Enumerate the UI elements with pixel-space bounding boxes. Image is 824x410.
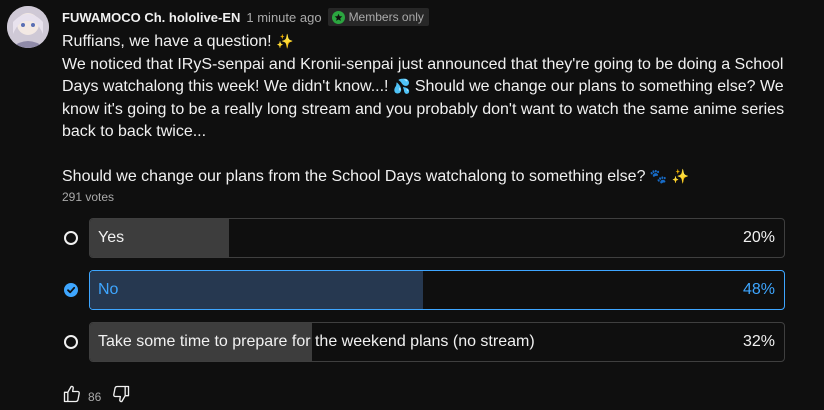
poll-option-percent: 48% (742, 281, 775, 298)
poll-option-no[interactable]: No 48% (62, 270, 785, 310)
radio-icon[interactable] (64, 231, 78, 245)
channel-avatar[interactable] (7, 6, 49, 48)
poll-bar[interactable]: Take some time to prepare for the weeken… (89, 322, 785, 362)
members-badge-icon (331, 10, 345, 24)
poll-option-percent: 32% (742, 333, 775, 350)
post-header: FUWAMOCO Ch. hololive-EN 1 minute ago Me… (62, 7, 429, 27)
post-line-1: Ruffians, we have a question! ✨ (62, 31, 792, 54)
vote-count: 291 votes (62, 190, 115, 204)
poll-option-no-stream[interactable]: Take some time to prepare for the weeken… (62, 322, 785, 362)
poll-option-percent: 20% (742, 229, 775, 246)
channel-name[interactable]: FUWAMOCO Ch. hololive-EN (62, 10, 240, 25)
check-icon[interactable] (64, 283, 78, 297)
post-question-text: Should we change our plans from the Scho… (62, 168, 646, 185)
sparkles-icon: ✨ (671, 169, 690, 185)
droplets-icon: 💦 (392, 79, 411, 95)
poll-bar[interactable]: Yes 20% (89, 218, 785, 258)
post-question: Should we change our plans from the Scho… (62, 166, 792, 189)
post-line-2: We noticed that IRyS-senpai and Kronii-s… (62, 54, 792, 144)
poll-bar[interactable]: No 48% (89, 270, 785, 310)
thumb-down-icon[interactable] (111, 384, 131, 409)
sparkles-icon: ✨ (276, 34, 294, 50)
post-actions: 86 (62, 384, 131, 409)
members-only-badge: Members only (327, 8, 429, 26)
post-timestamp[interactable]: 1 minute ago (246, 10, 321, 25)
like-count: 86 (88, 389, 102, 404)
poll-option-label: Take some time to prepare for the weeken… (98, 333, 535, 350)
poll-option-yes[interactable]: Yes 20% (62, 218, 785, 258)
poll-option-label: No (98, 281, 119, 298)
paw-prints-icon: 🐾 (649, 169, 668, 185)
radio-icon[interactable] (64, 335, 78, 349)
post-line-1-text: Ruffians, we have a question! (62, 33, 272, 50)
thumb-up-icon[interactable] (62, 384, 82, 409)
post-body: Ruffians, we have a question! ✨ We notic… (62, 31, 792, 189)
poll-option-label: Yes (98, 229, 125, 246)
badge-label: Members only (348, 10, 424, 24)
poll-bar-fill (90, 271, 424, 309)
